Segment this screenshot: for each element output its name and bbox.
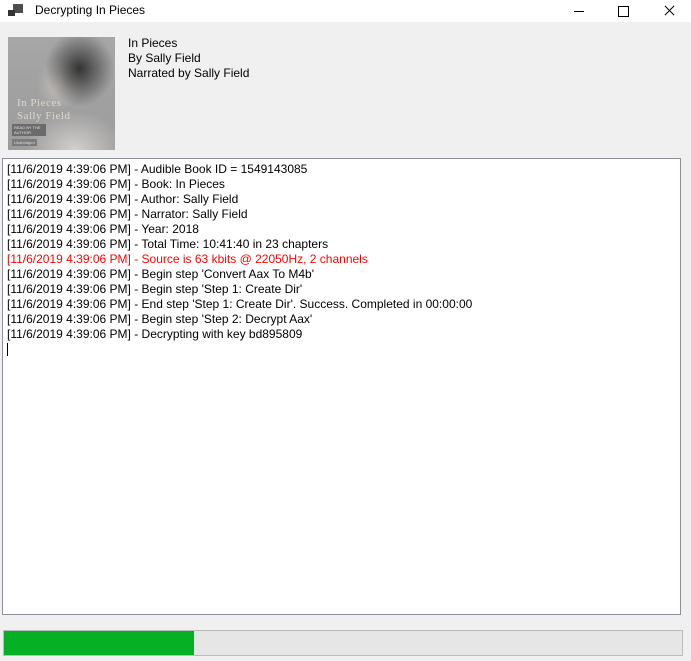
book-narrator: Narrated by Sally Field <box>128 66 249 81</box>
log-line: [11/6/2019 4:39:06 PM] - Decrypting with… <box>7 327 676 342</box>
maximize-button[interactable] <box>601 0 646 22</box>
cover-badge-read-by-author: READ BY THE AUTHOR <box>12 124 46 136</box>
book-cover-image: In Pieces Sally Field READ BY THE AUTHOR… <box>8 37 115 150</box>
close-icon <box>664 6 674 16</box>
cover-badge-unabridged: Unabridged <box>12 139 37 146</box>
log-line: [11/6/2019 4:39:06 PM] - End step 'Step … <box>7 297 676 312</box>
title-bar: Decrypting In Pieces <box>0 0 691 22</box>
cover-title-text: In Pieces Sally Field <box>17 97 70 123</box>
maximize-icon <box>618 6 629 17</box>
log-line: [11/6/2019 4:39:06 PM] - Audible Book ID… <box>7 162 676 177</box>
caption-buttons <box>556 0 691 22</box>
progress-bar-fill <box>4 631 194 655</box>
log-line: [11/6/2019 4:39:06 PM] - Begin step 'Ste… <box>7 312 676 327</box>
app-icon-square-small <box>8 10 15 16</box>
log-line: [11/6/2019 4:39:06 PM] - Begin step 'Con… <box>7 267 676 282</box>
log-line: [11/6/2019 4:39:06 PM] - Author: Sally F… <box>7 192 676 207</box>
log-line: [11/6/2019 4:39:06 PM] - Total Time: 10:… <box>7 237 676 252</box>
close-button[interactable] <box>646 0 691 22</box>
log-line: [11/6/2019 4:39:06 PM] - Year: 2018 <box>7 222 676 237</box>
app-icon <box>8 3 24 19</box>
app-window: Decrypting In Pieces In Pieces Sally Fie… <box>0 0 691 661</box>
cover-book-author: Sally Field <box>17 110 70 123</box>
log-line: [11/6/2019 4:39:06 PM] - Begin step 'Ste… <box>7 282 676 297</box>
log-line: [11/6/2019 4:39:06 PM] - Narrator: Sally… <box>7 207 676 222</box>
book-author: By Sally Field <box>128 51 249 66</box>
log-line: [11/6/2019 4:39:06 PM] - Source is 63 kb… <box>7 252 676 267</box>
minimize-icon <box>574 11 584 12</box>
log-lines-container: [11/6/2019 4:39:06 PM] - Audible Book ID… <box>7 162 676 342</box>
book-title: In Pieces <box>128 36 249 51</box>
progress-bar <box>3 630 683 656</box>
log-textbox[interactable]: [11/6/2019 4:39:06 PM] - Audible Book ID… <box>2 158 681 615</box>
log-line: [11/6/2019 4:39:06 PM] - Book: In Pieces <box>7 177 676 192</box>
book-info: In Pieces By Sally Field Narrated by Sal… <box>128 36 249 81</box>
cover-book-title: In Pieces <box>17 97 70 110</box>
minimize-button[interactable] <box>556 0 601 22</box>
text-caret <box>7 343 8 356</box>
window-title: Decrypting In Pieces <box>35 0 145 22</box>
